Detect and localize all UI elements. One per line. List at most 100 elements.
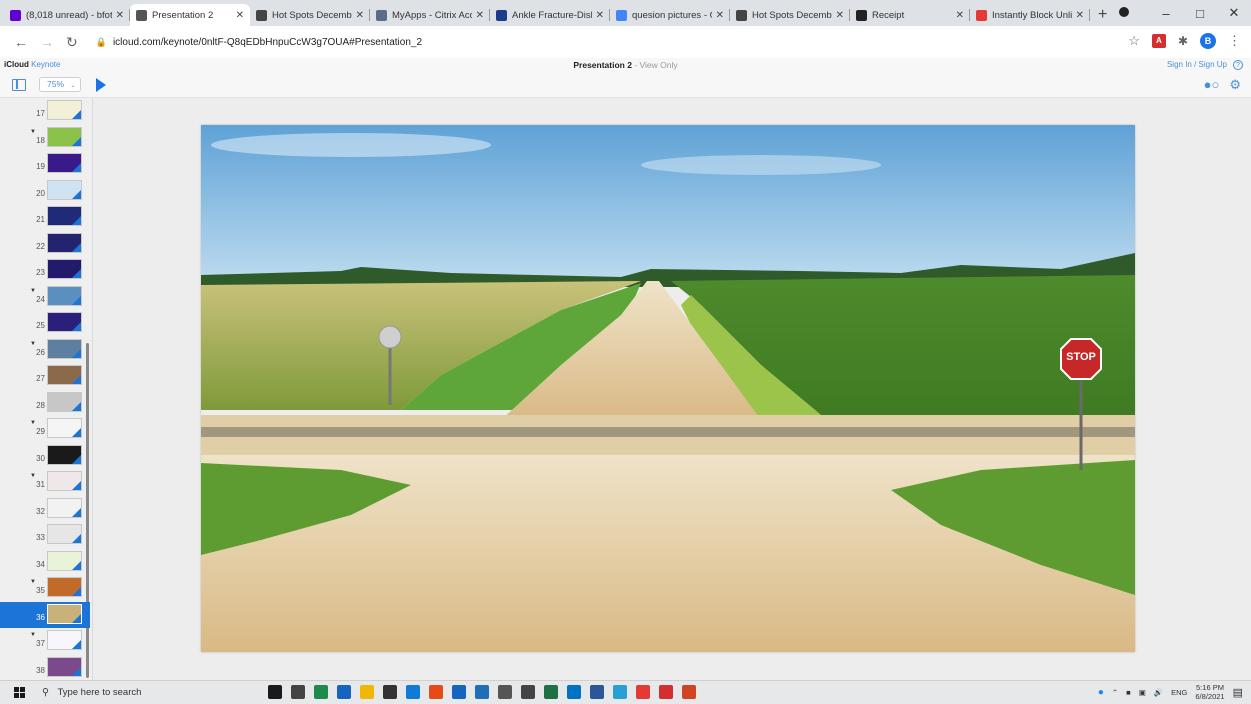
slide-thumbnail-row[interactable]: 29 ▼: [0, 416, 90, 442]
forward-icon[interactable]: →: [40, 34, 54, 50]
browser-tab[interactable]: Instantly Block Unlim ✕: [970, 4, 1090, 26]
slide-thumbnail-row[interactable]: 36: [0, 601, 90, 628]
close-tab-icon[interactable]: ✕: [716, 10, 724, 21]
browser-tab[interactable]: Hot Spots December ✕: [250, 4, 370, 26]
mail-icon[interactable]: [337, 685, 351, 699]
store-icon[interactable]: [383, 685, 397, 699]
close-tab-icon[interactable]: ✕: [116, 10, 124, 21]
close-tab-icon[interactable]: ✕: [356, 10, 364, 21]
slide-thumbnail[interactable]: [47, 153, 82, 173]
slide-thumbnail-row[interactable]: 24 ▼: [0, 284, 90, 310]
play-icon[interactable]: [96, 78, 106, 92]
disclosure-triangle-icon[interactable]: ▼: [30, 632, 36, 638]
disclosure-triangle-icon[interactable]: ▼: [30, 473, 36, 479]
slide-thumbnail-row[interactable]: 31 ▼: [0, 469, 90, 495]
browser-tab[interactable]: MyApps - Citrix Acces ✕: [370, 4, 490, 26]
slide-thumbnail[interactable]: [47, 497, 82, 518]
chevron-up-icon[interactable]: ⌃: [1112, 688, 1118, 697]
back-icon[interactable]: ←: [14, 34, 28, 50]
network-icon[interactable]: ■: [1126, 688, 1131, 697]
taskbar-search[interactable]: ⚲ Type here to search: [38, 684, 258, 702]
close-tab-icon[interactable]: ✕: [956, 10, 964, 21]
slide-thumbnail[interactable]: [47, 391, 82, 412]
close-tab-icon[interactable]: ✕: [596, 10, 604, 21]
extensions-icon[interactable]: ✱: [1178, 34, 1188, 48]
file-explorer-icon[interactable]: [360, 685, 374, 699]
close-tab-icon[interactable]: ✕: [476, 10, 484, 21]
browser-tab[interactable]: Hot Spots December ✕: [730, 4, 850, 26]
browser-tab[interactable]: Presentation 2 ✕: [130, 4, 250, 26]
slide-thumbnail-row[interactable]: 23: [0, 257, 90, 283]
disclosure-triangle-icon[interactable]: ▼: [30, 129, 36, 135]
slide-thumbnail[interactable]: [47, 577, 82, 597]
slide-thumbnail[interactable]: [47, 100, 82, 120]
word-icon[interactable]: [590, 685, 604, 699]
slide-thumbnail[interactable]: [47, 418, 82, 438]
edge-icon[interactable]: [406, 685, 420, 699]
settings-icon[interactable]: [521, 685, 535, 699]
slide-thumbnail-row[interactable]: 21: [0, 204, 90, 230]
slide-thumbnail[interactable]: [47, 365, 82, 385]
slide-thumbnail[interactable]: [47, 126, 82, 147]
slide-thumbnail-row[interactable]: 19: [0, 151, 90, 177]
profile-icon[interactable]: [1119, 7, 1129, 17]
bookmark-star-icon[interactable]: ☆: [1128, 33, 1140, 49]
powerpoint-icon[interactable]: [682, 685, 696, 699]
menu-kebab-icon[interactable]: ⋮: [1228, 33, 1241, 49]
close-window-icon[interactable]: ✕: [1217, 5, 1251, 21]
volume-icon[interactable]: 🔊: [1154, 688, 1163, 697]
slide-thumbnail[interactable]: [47, 524, 82, 544]
current-slide[interactable]: STOP: [201, 125, 1135, 652]
account-avatar[interactable]: B: [1200, 33, 1216, 49]
pdf-extension-icon[interactable]: A: [1151, 34, 1166, 48]
slide-thumbnail-row[interactable]: 38: [0, 655, 90, 681]
outlook-app-icon[interactable]: [567, 685, 581, 699]
slide-thumbnail-row[interactable]: 32: [0, 496, 90, 522]
maximize-icon[interactable]: □: [1183, 6, 1217, 21]
slide-thumbnail[interactable]: [47, 232, 82, 253]
disclosure-triangle-icon[interactable]: ▼: [30, 579, 36, 585]
slide-thumbnail[interactable]: [47, 630, 82, 650]
excel-app-icon[interactable]: [544, 685, 558, 699]
photos-icon[interactable]: [475, 685, 489, 699]
slide-thumbnail-row[interactable]: 20: [0, 178, 90, 204]
sign-in-link[interactable]: Sign In / Sign Up: [1167, 60, 1227, 70]
clock[interactable]: 5:16 PM 6/8/2021: [1195, 683, 1224, 701]
zoom-select[interactable]: 75% ⌄: [39, 77, 81, 92]
wrench-icon[interactable]: ⚙: [1229, 77, 1241, 93]
browser-tab[interactable]: quesion pictures - Go ✕: [610, 4, 730, 26]
calculator-icon[interactable]: [498, 685, 512, 699]
new-tab-button[interactable]: +: [1098, 4, 1107, 26]
windows-start-icon[interactable]: [14, 687, 25, 698]
collaborate-icon[interactable]: ●○: [1204, 77, 1220, 93]
disclosure-triangle-icon[interactable]: ▼: [30, 341, 36, 347]
app-icon[interactable]: [613, 685, 627, 699]
chrome-icon[interactable]: [636, 685, 650, 699]
browser-tab[interactable]: Receipt ✕: [850, 4, 970, 26]
close-tab-icon[interactable]: ✕: [1076, 10, 1084, 21]
slide-thumbnail[interactable]: [47, 603, 82, 624]
slide-thumbnail-row[interactable]: 37 ▼: [0, 628, 90, 654]
slide-thumbnail[interactable]: [47, 444, 82, 465]
browser-tab[interactable]: (8,018 unread) - bfote ✕: [4, 4, 130, 26]
slide-thumbnail-row[interactable]: 25: [0, 310, 90, 336]
slide-thumbnail[interactable]: [47, 259, 82, 279]
url-field[interactable]: 🔒 icloud.com/keynote/0nltF-Q8qEDbHnpuCcW…: [96, 37, 422, 48]
slide-thumbnail-row[interactable]: 22: [0, 231, 90, 257]
cortana-icon[interactable]: [268, 685, 282, 699]
slide-thumbnail-row[interactable]: 30: [0, 443, 90, 469]
close-tab-icon[interactable]: ✕: [236, 10, 244, 21]
slide-thumbnail-row[interactable]: 34: [0, 549, 90, 575]
slide-thumbnail[interactable]: [47, 471, 82, 491]
acrobat-icon[interactable]: [659, 685, 673, 699]
reload-icon[interactable]: ↻: [66, 34, 78, 51]
slide-thumbnail[interactable]: [47, 312, 82, 332]
notifications-icon[interactable]: ▤: [1233, 686, 1243, 699]
slide-thumbnail[interactable]: [47, 550, 82, 571]
view-icon[interactable]: [12, 79, 26, 91]
slide-thumbnail-row[interactable]: 35 ▼: [0, 575, 90, 601]
slide-thumbnail-row[interactable]: 27: [0, 363, 90, 389]
slide-thumbnail[interactable]: [47, 285, 82, 306]
slide-thumbnail[interactable]: [47, 338, 82, 359]
close-tab-icon[interactable]: ✕: [836, 10, 844, 21]
